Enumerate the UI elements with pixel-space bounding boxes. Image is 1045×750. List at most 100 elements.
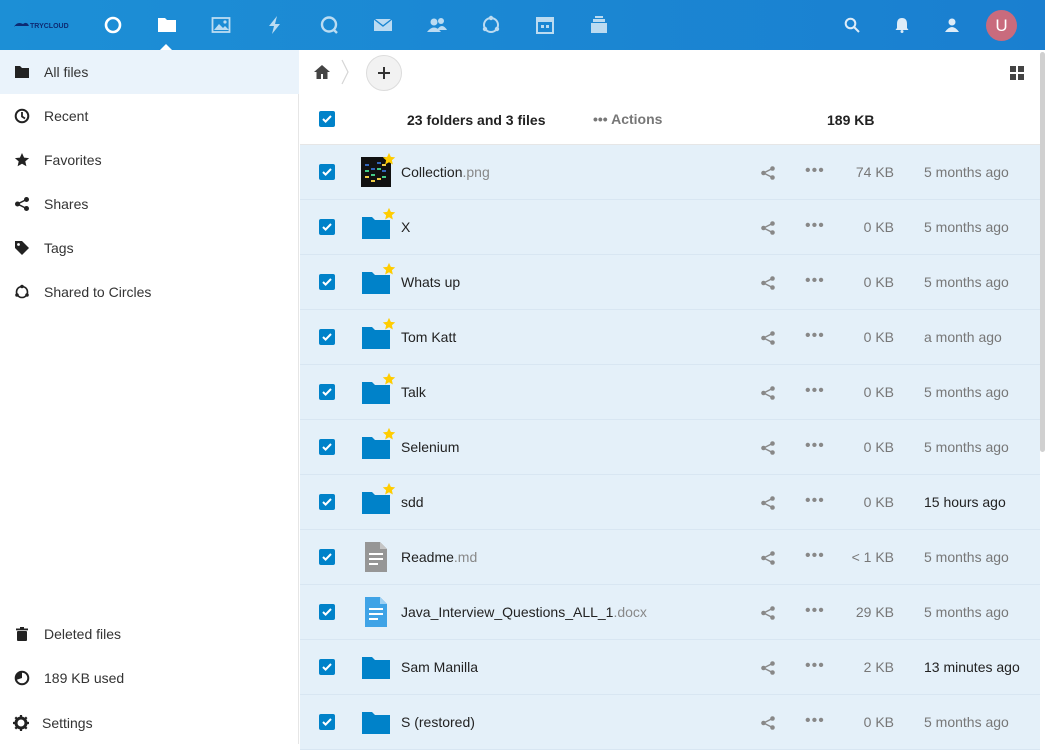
sidebar-item-deleted-files[interactable]: Deleted files <box>0 612 299 656</box>
share-icon[interactable] <box>760 550 776 566</box>
row-checkbox[interactable] <box>319 329 335 345</box>
sidebar-item-label: 189 KB used <box>44 670 125 686</box>
file-row[interactable]: Collection.png ••• 74 KB 5 months ago <box>300 145 1040 200</box>
sidebar-item-label: Shares <box>44 196 89 212</box>
text-file-icon[interactable] <box>360 541 392 573</box>
file-row[interactable]: sdd ••• 0 KB 15 hours ago <box>300 475 1040 530</box>
file-row[interactable]: Sam Manilla ••• 2 KB 13 minutes ago <box>300 640 1040 695</box>
user-avatar[interactable]: U <box>986 10 1017 41</box>
file-name[interactable]: Tom Katt <box>401 329 456 345</box>
share-icon[interactable] <box>760 220 776 236</box>
mail-icon[interactable] <box>369 11 397 39</box>
row-checkbox[interactable] <box>319 659 335 675</box>
file-row[interactable]: Talk ••• 0 KB 5 months ago <box>300 365 1040 420</box>
sidebar-item-label: Tags <box>44 240 74 256</box>
file-row[interactable]: S (restored) ••• 0 KB 5 months ago <box>300 695 1040 750</box>
more-actions-icon[interactable]: ••• <box>805 547 825 565</box>
file-row[interactable]: Tom Katt ••• 0 KB a month ago <box>300 310 1040 365</box>
breadcrumb-separator <box>340 58 350 86</box>
grid-view-icon[interactable] <box>1009 65 1025 81</box>
quota-icon <box>0 656 44 700</box>
file-name[interactable]: Sam Manilla <box>401 659 478 675</box>
doc-file-icon[interactable] <box>360 596 392 628</box>
file-row[interactable]: X ••• 0 KB 5 months ago <box>300 200 1040 255</box>
more-actions-icon[interactable]: ••• <box>805 602 825 620</box>
sidebar-item-tags[interactable]: Tags <box>0 226 299 270</box>
row-checkbox[interactable] <box>319 549 335 565</box>
file-modified-date: 5 months ago <box>924 549 1009 565</box>
file-size: 0 KB <box>863 714 894 730</box>
favorite-star-icon <box>382 152 396 166</box>
file-name[interactable]: Whats up <box>401 274 460 290</box>
folder-file-icon[interactable] <box>360 651 392 683</box>
file-row[interactable]: Selenium ••• 0 KB 5 months ago <box>300 420 1040 475</box>
file-modified-date: 5 months ago <box>924 274 1009 290</box>
dashboard-icon[interactable] <box>99 11 127 39</box>
row-checkbox[interactable] <box>319 164 335 180</box>
row-checkbox[interactable] <box>319 274 335 290</box>
notifications-icon[interactable] <box>890 13 914 37</box>
folder-file-icon[interactable] <box>360 706 392 738</box>
file-name[interactable]: sdd <box>401 494 424 510</box>
contacts-menu-icon[interactable] <box>940 13 964 37</box>
deck-icon[interactable] <box>585 11 613 39</box>
more-actions-icon[interactable]: ••• <box>805 327 825 345</box>
share-icon[interactable] <box>760 715 776 731</box>
file-name[interactable]: Collection.png <box>401 164 490 180</box>
share-icon[interactable] <box>760 385 776 401</box>
more-actions-icon[interactable]: ••• <box>805 657 825 675</box>
select-all-checkbox[interactable] <box>319 111 335 127</box>
activity-icon[interactable] <box>261 11 289 39</box>
sidebar-item-shared-to-circles[interactable]: Shared to Circles <box>0 270 299 314</box>
contacts-icon[interactable] <box>423 11 451 39</box>
trycloud-logo[interactable]: TRYCLOUD <box>12 17 76 33</box>
file-name[interactable]: Readme.md <box>401 549 477 565</box>
more-actions-icon[interactable]: ••• <box>805 272 825 290</box>
share-icon[interactable] <box>760 660 776 676</box>
more-actions-icon[interactable]: ••• <box>805 217 825 235</box>
row-checkbox[interactable] <box>319 494 335 510</box>
file-row[interactable]: Whats up ••• 0 KB 5 months ago <box>300 255 1040 310</box>
file-name[interactable]: Selenium <box>401 439 459 455</box>
search-icon[interactable] <box>840 13 864 37</box>
share-icon[interactable] <box>760 605 776 621</box>
talk-icon[interactable] <box>315 11 343 39</box>
row-checkbox[interactable] <box>319 714 335 730</box>
more-actions-icon[interactable]: ••• <box>805 162 825 180</box>
sidebar-item-favorites[interactable]: Favorites <box>0 138 299 182</box>
file-row[interactable]: Readme.md ••• < 1 KB 5 months ago <box>300 530 1040 585</box>
files-icon[interactable] <box>153 11 181 39</box>
new-file-button[interactable] <box>366 55 402 91</box>
row-checkbox[interactable] <box>319 219 335 235</box>
file-name[interactable]: X <box>401 219 410 235</box>
calendar-icon[interactable] <box>531 11 559 39</box>
share-icon[interactable] <box>760 440 776 456</box>
sidebar-item-recent[interactable]: Recent <box>0 94 299 138</box>
circles-icon[interactable] <box>477 11 505 39</box>
row-checkbox[interactable] <box>319 384 335 400</box>
more-actions-icon[interactable]: ••• <box>805 382 825 400</box>
file-name[interactable]: Java_Interview_Questions_ALL_1.docx <box>401 604 647 620</box>
file-name[interactable]: S (restored) <box>401 714 475 730</box>
share-icon[interactable] <box>760 275 776 291</box>
more-actions-icon[interactable]: ••• <box>805 492 825 510</box>
share-icon[interactable] <box>760 165 776 181</box>
file-row[interactable]: Java_Interview_Questions_ALL_1.docx ••• 29… <box>300 585 1040 640</box>
photos-icon[interactable] <box>207 11 235 39</box>
sidebar-item-quota: 189 KB used <box>0 656 299 700</box>
row-checkbox[interactable] <box>319 604 335 620</box>
more-actions-icon[interactable]: ••• <box>805 712 825 730</box>
row-checkbox[interactable] <box>319 439 335 455</box>
home-icon[interactable] <box>312 63 332 81</box>
share-icon[interactable] <box>760 495 776 511</box>
share-icon[interactable] <box>760 330 776 346</box>
actions-button[interactable]: ••• Actions <box>593 111 662 127</box>
sidebar-item-all-files[interactable]: All files <box>0 50 299 94</box>
file-name[interactable]: Talk <box>401 384 426 400</box>
scrollbar[interactable] <box>1040 52 1045 452</box>
file-size: < 1 KB <box>851 549 894 565</box>
more-actions-icon[interactable]: ••• <box>805 437 825 455</box>
sidebar-item-shares[interactable]: Shares <box>0 182 299 226</box>
sidebar-item-settings[interactable]: Settings <box>0 701 299 745</box>
file-modified-date: 13 minutes ago <box>924 659 1020 675</box>
